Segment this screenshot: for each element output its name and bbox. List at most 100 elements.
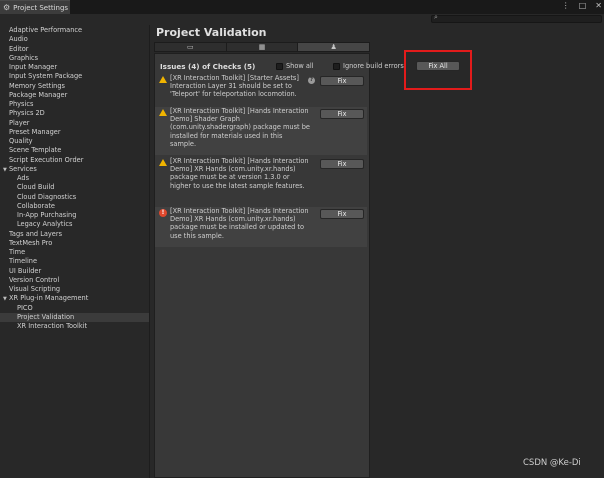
sidebar-item-label: Visual Scripting [9, 285, 61, 293]
search-input[interactable]: ⌕ [431, 13, 602, 23]
issue-text: [XR Interaction Toolkit] [Hands Interact… [170, 207, 309, 240]
sidebar-item-label: Physics 2D [9, 109, 45, 118]
sidebar-item-tags-and-layers[interactable]: Tags and Layers [9, 230, 62, 239]
settings-sidebar: Adaptive Performance Audio Editor Graphics I… [0, 25, 150, 478]
sidebar-item-physics[interactable]: Physics [9, 100, 33, 109]
issue-text: [XR Interaction Toolkit] [Starter Assets… [170, 74, 299, 99]
tab-server[interactable]: ▦ [227, 43, 299, 51]
sidebar-item-cloud-build[interactable]: Cloud Build [17, 183, 54, 192]
page-title: Project Validation [156, 26, 267, 39]
sidebar-item-label: Physics [9, 100, 34, 108]
platform-tabs: ▭ ▦ ♟ [154, 42, 370, 52]
sidebar-item-cloud-diagnostics[interactable]: Cloud Diagnostics [17, 193, 76, 202]
sidebar-item-ads[interactable]: Ads [17, 174, 29, 183]
sidebar-item-label: Project Validation [17, 312, 75, 321]
sidebar-item-label: Preset Manager [9, 127, 61, 136]
sidebar-item-input-manager[interactable]: Input Manager [9, 63, 57, 72]
sidebar-item-collaborate[interactable]: Collaborate [17, 202, 55, 211]
issue-text: [XR Interaction Toolkit] [Hands Interact… [170, 157, 309, 190]
sidebar-item-xr-interaction-toolkit[interactable]: XR Interaction Toolkit [17, 322, 87, 331]
sidebar-item-textmesh-pro[interactable]: TextMesh Pro [9, 239, 52, 248]
project-settings-tab[interactable]: ⚙ Project Settings [0, 0, 70, 14]
sidebar-item-label: Player [9, 118, 30, 127]
ignore-build-errors-checkbox[interactable] [333, 62, 340, 70]
help-icon[interactable]: ? [308, 77, 315, 84]
sidebar-item-label: Quality [9, 137, 33, 145]
show-all-label: Show all [286, 62, 314, 70]
fix-button[interactable]: Fix [320, 109, 364, 119]
gear-icon: ⚙ [3, 2, 11, 12]
ignore-build-errors-label: Ignore build errors [343, 62, 404, 70]
android-icon: ♟ [330, 43, 337, 51]
sidebar-item-audio[interactable]: Audio [9, 35, 28, 44]
show-all-toggle[interactable]: Show all [276, 62, 314, 70]
sidebar-item-label: Services [9, 164, 37, 173]
warning-icon [159, 76, 167, 84]
sidebar-item-label: Time [9, 248, 26, 256]
fix-button[interactable]: Fix [320, 159, 364, 169]
sidebar-item-graphics[interactable]: Graphics [9, 54, 38, 63]
sidebar-item-label: TextMesh Pro [9, 238, 53, 247]
window-controls: ⋮ □ ✕ [562, 1, 602, 10]
sidebar-item-xr-plug-in-management[interactable]: ▼ XR Plug-in Management [3, 294, 88, 303]
issue-text: [XR Interaction Toolkit] [Hands Interact… [170, 107, 310, 148]
sidebar-item-label: Adaptive Performance [9, 26, 83, 34]
sidebar-item-version-control[interactable]: Version Control [9, 276, 59, 285]
highlight-box [404, 50, 472, 90]
maximize-icon[interactable]: □ [579, 1, 587, 10]
sidebar-item-visual-scripting[interactable]: Visual Scripting [9, 285, 60, 294]
sidebar-item-label: Package Manager [9, 90, 68, 99]
sidebar-item-ui-builder[interactable]: UI Builder [9, 267, 41, 276]
sidebar-item-label: Legacy Analytics [17, 220, 73, 229]
server-icon: ▦ [258, 43, 266, 51]
sidebar-item-in-app-purchasing[interactable]: In-App Purchasing [17, 211, 76, 220]
issues-header: Issues (4) of Checks (5) [160, 62, 256, 71]
sidebar-item-label: In-App Purchasing [17, 211, 77, 219]
monitor-icon: ▭ [187, 43, 194, 51]
watermark: CSDN @Ke-Di [523, 458, 581, 468]
more-options-icon[interactable]: ⋮ [562, 1, 570, 10]
show-all-checkbox[interactable] [276, 62, 283, 70]
sidebar-item-time[interactable]: Time [9, 248, 25, 257]
sidebar-item-pico[interactable]: PICO [17, 304, 33, 313]
sidebar-item-label: Scene Template [9, 146, 62, 155]
ignore-build-errors-toggle[interactable]: Ignore build errors [333, 62, 404, 70]
sidebar-item-label: Memory Settings [9, 81, 65, 90]
sidebar-item-script-execution-order[interactable]: Script Execution Order [9, 156, 83, 165]
sidebar-item-package-manager[interactable]: Package Manager [9, 91, 67, 100]
close-icon[interactable]: ✕ [595, 1, 602, 10]
sidebar-item-label: Script Execution Order [9, 155, 84, 164]
tab-standalone[interactable]: ▭ [155, 43, 227, 51]
fix-button[interactable]: Fix [320, 209, 364, 219]
window-titlebar: ⚙ Project Settings ⋮ □ ✕ [0, 0, 604, 14]
sidebar-item-label: PICO [17, 303, 33, 312]
sidebar-item-legacy-analytics[interactable]: Legacy Analytics [17, 220, 72, 229]
sidebar-item-quality[interactable]: Quality [9, 137, 33, 146]
sidebar-item-label: Version Control [9, 275, 60, 284]
fix-button[interactable]: Fix [320, 76, 364, 86]
error-icon: ! [159, 209, 167, 217]
sidebar-item-label: Input System Package [9, 72, 83, 81]
sidebar-item-label: Ads [17, 174, 30, 182]
sidebar-item-adaptive-performance[interactable]: Adaptive Performance [9, 26, 82, 35]
sidebar-item-player[interactable]: Player [9, 119, 30, 128]
sidebar-item-label: Input Manager [9, 63, 58, 71]
sidebar-item-project-validation[interactable]: Project Validation [0, 312, 149, 322]
sidebar-item-timeline[interactable]: Timeline [9, 257, 37, 266]
sidebar-item-label: Timeline [9, 257, 38, 266]
sidebar-item-label: Cloud Diagnostics [17, 192, 77, 201]
sidebar-item-input-system-package[interactable]: Input System Package [9, 72, 82, 81]
sidebar-item-label: XR Interaction Toolkit [17, 322, 88, 330]
sidebar-item-label: Editor [9, 44, 29, 53]
sidebar-item-memory-settings[interactable]: Memory Settings [9, 82, 65, 91]
sidebar-item-label: Audio [9, 35, 28, 44]
sidebar-item-services[interactable]: ▼ Services [3, 165, 37, 174]
tab-android[interactable]: ♟ [298, 43, 370, 51]
sidebar-item-scene-template[interactable]: Scene Template [9, 146, 61, 155]
sidebar-item-preset-manager[interactable]: Preset Manager [9, 128, 61, 137]
sidebar-item-editor[interactable]: Editor [9, 45, 29, 54]
toolbar: ⌕ [0, 13, 604, 25]
tab-title: Project Settings [13, 3, 69, 12]
warning-icon [159, 109, 167, 117]
sidebar-item-physics-2d[interactable]: Physics 2D [9, 109, 45, 118]
